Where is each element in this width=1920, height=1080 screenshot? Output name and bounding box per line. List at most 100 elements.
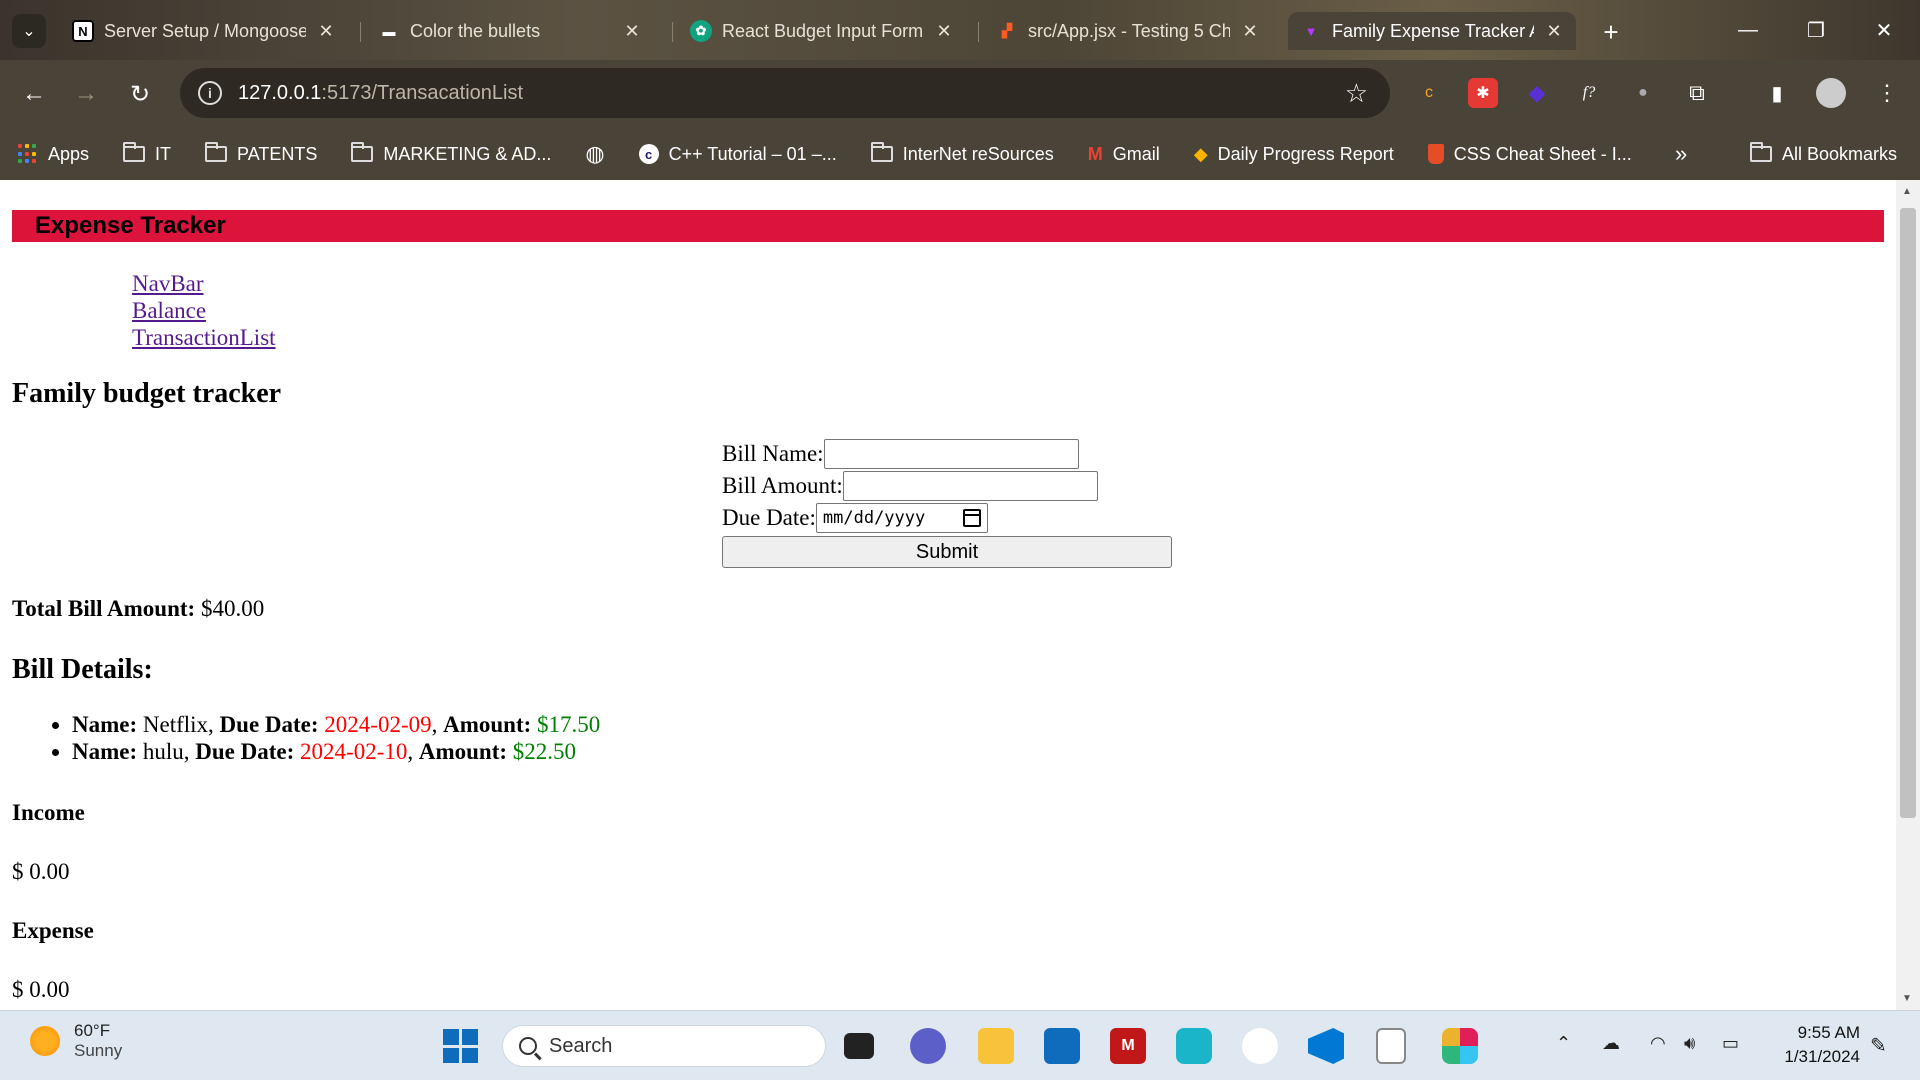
bookmarks-bar: Apps IT PATENTS MARKETING & AD... ◍ c C+…: [0, 128, 1920, 180]
minimize-icon[interactable]: —: [1718, 12, 1778, 48]
extension-cube-icon[interactable]: ◆: [1522, 78, 1552, 108]
bookmark-daily-progress[interactable]: ◆ Daily Progress Report: [1194, 144, 1394, 165]
tab-search-chevron-icon[interactable]: ⌄: [12, 14, 46, 48]
task-view-icon[interactable]: [844, 1033, 874, 1059]
bill-amount-input[interactable]: [842, 471, 1098, 501]
extension-gray-icon[interactable]: ●: [1628, 78, 1658, 108]
page-title: Family budget tracker: [12, 378, 282, 409]
browser-tab[interactable]: N Server Setup / Mongoose ✕: [60, 12, 348, 50]
windows-taskbar: 60°F Sunny Search M ⌃ ☁ ◠ 🔊︎ ▭ 9:55 AM 1…: [0, 1010, 1920, 1080]
window-close-icon[interactable]: ✕: [1854, 12, 1914, 48]
profile-avatar[interactable]: [1816, 78, 1846, 108]
battery-icon[interactable]: ▭: [1722, 1033, 1739, 1054]
submit-button[interactable]: Submit: [722, 536, 1172, 568]
notifications-icon[interactable]: ✎: [1870, 1033, 1887, 1058]
notepad-icon[interactable]: [1376, 1028, 1406, 1064]
folder-icon: [351, 142, 374, 162]
close-tab-icon[interactable]: ✕: [934, 21, 954, 42]
gmail-icon: M: [1087, 143, 1103, 164]
bookmark-css-cheatsheet[interactable]: CSS Cheat Sheet - I...: [1427, 144, 1632, 165]
new-tab-plus-icon[interactable]: +: [1595, 16, 1627, 48]
html-icon: [1427, 144, 1444, 164]
extension-red-icon[interactable]: ✱: [1468, 78, 1498, 108]
apps-grid-icon: [18, 144, 38, 164]
app-title: Expense Tracker: [35, 212, 226, 239]
volume-icon[interactable]: 🔊︎: [1684, 1033, 1695, 1054]
extension-formula-icon[interactable]: f?: [1574, 78, 1604, 108]
sun-icon: [30, 1026, 60, 1056]
bookmark-gmail[interactable]: M Gmail: [1088, 144, 1160, 165]
url-text[interactable]: 127.0.0.1:5173/TransacationList: [238, 82, 523, 105]
bookmark-folder-it[interactable]: IT: [123, 142, 171, 165]
extension-c-icon[interactable]: c: [1414, 78, 1444, 108]
total-bill-amount: Total Bill Amount: $40.00: [12, 596, 264, 622]
wifi-icon[interactable]: ◠: [1650, 1033, 1666, 1054]
bookmark-folder-internet[interactable]: InterNet reSources: [870, 142, 1054, 165]
due-date-label: Due Date:: [722, 505, 816, 530]
file-explorer-icon[interactable]: [978, 1028, 1014, 1064]
side-panel-icon[interactable]: ▮: [1762, 78, 1792, 108]
expense-value: $ 0.00: [12, 977, 70, 1002]
nav-link-balance[interactable]: Balance: [132, 298, 206, 323]
bookmark-star-icon[interactable]: ☆: [1345, 78, 1368, 109]
onedrive-cloud-icon[interactable]: ☁: [1602, 1033, 1620, 1054]
close-tab-icon[interactable]: ✕: [316, 21, 336, 42]
nav-link-transactionlist[interactable]: TransactionList: [132, 325, 276, 350]
income-heading: Income: [12, 800, 85, 825]
reload-icon[interactable]: ↻: [122, 76, 158, 112]
back-arrow-icon[interactable]: ←: [16, 76, 52, 112]
browser-tab[interactable]: ▬ Color the bullets ✕: [366, 12, 654, 50]
bookmark-folder-patents[interactable]: PATENTS: [205, 142, 317, 165]
bill-list: Name: Netflix, Due Date: 2024-02-09, Amo…: [72, 711, 600, 765]
show-hidden-icons-chevron-icon[interactable]: ⌃: [1556, 1033, 1571, 1054]
list-item: Name: Netflix, Due Date: 2024-02-09, Amo…: [72, 711, 600, 738]
browser-tab-active[interactable]: ▼ Family Expense Tracker A ✕: [1288, 12, 1576, 50]
chrome-menu-icon[interactable]: ⋮: [1872, 78, 1902, 108]
scrollbar-thumb[interactable]: [1900, 208, 1916, 818]
alexa-icon[interactable]: [1176, 1028, 1212, 1064]
due-date-input[interactable]: mm/dd/yyyy: [815, 503, 988, 533]
bill-amount-label: Bill Amount:: [722, 473, 843, 498]
close-tab-icon[interactable]: ✕: [1240, 21, 1260, 42]
browser-tab[interactable]: ✿ React Budget Input Form ✕: [678, 12, 966, 50]
bookmark-globe[interactable]: ◍: [585, 141, 604, 167]
mcafee-icon[interactable]: M: [1110, 1028, 1146, 1064]
restore-icon[interactable]: ❐: [1786, 12, 1846, 48]
bookmark-cpp-tutorial[interactable]: c C++ Tutorial – 01 –...: [638, 144, 837, 165]
devtools-icon[interactable]: [1242, 1028, 1278, 1064]
page-viewport: Expense Tracker NavBar Balance Transacti…: [0, 180, 1896, 1010]
close-tab-icon[interactable]: ✕: [622, 21, 642, 42]
browser-tab[interactable]: ▞ src/App.jsx - Testing 5 Ch ✕: [984, 12, 1272, 50]
extensions-puzzle-icon[interactable]: ⧉: [1682, 78, 1712, 108]
store-icon[interactable]: [1044, 1028, 1080, 1064]
folder-icon: [1750, 142, 1772, 162]
close-tab-icon[interactable]: ✕: [1544, 21, 1564, 42]
site-info-icon[interactable]: i: [198, 81, 222, 105]
folder-icon: [205, 142, 228, 162]
bill-name-input[interactable]: [823, 439, 1079, 469]
taskbar-clock[interactable]: 9:55 AM 1/31/2024: [1770, 1021, 1860, 1069]
globe-icon: ◍: [585, 141, 605, 166]
vscode-icon[interactable]: [1308, 1028, 1344, 1064]
nav-links: NavBar Balance TransactionList: [132, 270, 276, 351]
total-value: $40.00: [200, 596, 265, 621]
nav-link-navbar[interactable]: NavBar: [132, 271, 204, 296]
browser-toolbar: ← → ↻ i 127.0.0.1:5173/TransacationList …: [0, 60, 1920, 128]
calendar-icon[interactable]: [962, 509, 981, 527]
more-bookmarks-chevron-icon[interactable]: »: [1675, 141, 1687, 167]
weather-widget[interactable]: 60°F Sunny: [30, 1021, 122, 1061]
windows-start-icon[interactable]: [442, 1028, 478, 1064]
page-scrollbar[interactable]: ▲ ▼: [1896, 180, 1920, 1010]
all-bookmarks[interactable]: All Bookmarks: [1750, 142, 1897, 165]
slack-icon[interactable]: [1442, 1028, 1478, 1064]
bookmark-apps[interactable]: Apps: [18, 144, 89, 165]
scroll-up-icon[interactable]: ▲: [1902, 186, 1912, 197]
forward-arrow-icon[interactable]: →: [68, 76, 104, 112]
chatgpt-icon: ✿: [690, 20, 712, 42]
taskbar-search[interactable]: Search: [502, 1025, 826, 1067]
scroll-down-icon[interactable]: ▼: [1902, 993, 1912, 1004]
address-bar[interactable]: i 127.0.0.1:5173/TransacationList ☆: [180, 68, 1390, 118]
airtable-icon: ◆: [1193, 143, 1208, 164]
bookmark-folder-marketing[interactable]: MARKETING & AD...: [351, 142, 551, 165]
teams-icon[interactable]: [910, 1028, 946, 1064]
